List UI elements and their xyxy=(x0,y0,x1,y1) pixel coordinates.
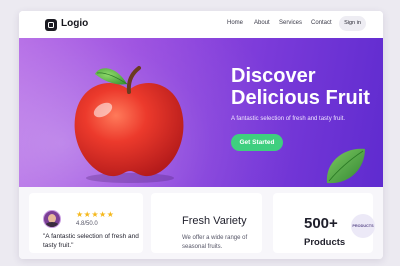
product-count: 500+ xyxy=(304,215,338,232)
product-count-label: Products xyxy=(304,237,346,248)
rating-value: 4.8/50.0 xyxy=(76,221,98,227)
testimonial-quote: "A fantastic selection of fresh and tast… xyxy=(43,233,139,249)
hero-title: Discover Delicious Fruit xyxy=(231,65,381,109)
sign-in-button[interactable]: Sign in xyxy=(339,16,366,31)
nav-about-link[interactable]: About xyxy=(254,20,270,26)
logo-icon[interactable] xyxy=(45,19,57,31)
feature-title: Fresh Variety xyxy=(182,215,247,227)
leaf-icon xyxy=(326,148,365,184)
landing-page: Logio Home About Services Contact Sign i… xyxy=(19,11,383,259)
nav-services-link[interactable]: Services xyxy=(279,20,302,26)
hero-title-line1: Discover xyxy=(231,65,316,87)
logo-text[interactable]: Logio xyxy=(61,18,88,29)
apple-illustration xyxy=(74,66,184,183)
hero-title-line2: Delicious Fruit xyxy=(231,87,370,109)
nav-home-link[interactable]: Home xyxy=(227,20,243,26)
top-navbar: Logio Home About Services Contact Sign i… xyxy=(19,11,383,38)
testimonial-card: ★★★★★ 4.8/50.0 "A fantastic selection of… xyxy=(29,193,143,253)
products-badge: PRODUCTS xyxy=(351,214,375,238)
get-started-button[interactable]: Get Started xyxy=(231,134,283,151)
hero-subtitle: A fantastic selection of fresh and tasty… xyxy=(231,116,346,122)
nav-contact-link[interactable]: Contact xyxy=(311,20,332,26)
avatar xyxy=(43,210,61,228)
feature-description: We offer a wide range of seasonal fruits… xyxy=(182,235,248,250)
star-rating: ★★★★★ xyxy=(76,210,115,219)
hero-banner: Discover Delicious Fruit A fantastic sel… xyxy=(19,38,383,187)
